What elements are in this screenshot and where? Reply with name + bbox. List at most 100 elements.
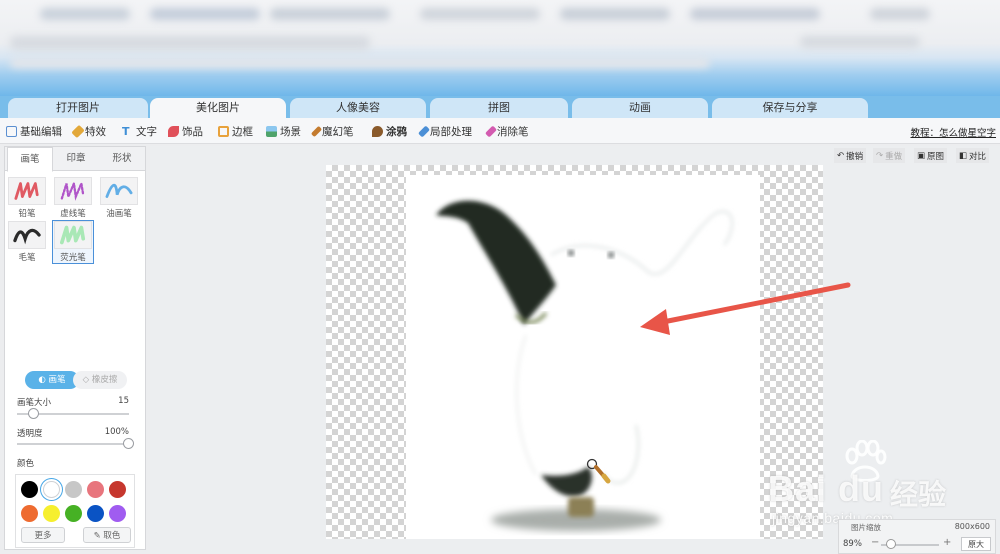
tab-collage[interactable]: 拼图 bbox=[430, 98, 568, 118]
basic-edit-icon bbox=[6, 125, 17, 137]
opacity-handle[interactable] bbox=[123, 438, 134, 449]
ink-stroke-icon bbox=[8, 221, 46, 249]
local-process-icon bbox=[417, 124, 431, 138]
tool-basic-edit[interactable]: 基础编辑 bbox=[6, 123, 62, 139]
mode-eraser-button[interactable]: ◇ 橡皮擦 bbox=[73, 371, 127, 389]
panel-tab-brush[interactable]: 画笔 bbox=[7, 147, 53, 172]
redo-button[interactable]: ↷ 重做 bbox=[873, 148, 906, 163]
tool-label: 文字 bbox=[136, 125, 157, 138]
tool-text[interactable]: T 文字 bbox=[122, 123, 157, 139]
color-swatch[interactable] bbox=[21, 505, 38, 522]
tab-beautify-image[interactable]: 美化图片 bbox=[150, 98, 286, 118]
color-swatch[interactable] bbox=[43, 505, 60, 522]
panel-tab-shape[interactable]: 形状 bbox=[99, 147, 145, 171]
tool-scene[interactable]: 场景 bbox=[266, 123, 301, 139]
scene-icon bbox=[266, 125, 277, 137]
color-swatch[interactable] bbox=[43, 481, 60, 498]
tool-label: 魔幻笔 bbox=[322, 125, 354, 138]
redo-icon: ↷ bbox=[876, 150, 884, 161]
brush-pencil[interactable]: 铅笔 bbox=[7, 177, 47, 219]
tool-label: 场景 bbox=[280, 125, 301, 138]
pick-color-label: 取色 bbox=[103, 531, 121, 541]
pencil-stroke-icon bbox=[8, 177, 46, 205]
actual-size-button[interactable]: 原大 bbox=[961, 537, 991, 551]
tool-effects[interactable]: 特效 bbox=[71, 123, 106, 139]
color-swatch[interactable] bbox=[87, 481, 104, 498]
mode-eraser-label: 橡皮擦 bbox=[91, 375, 118, 385]
eraser-pen-icon bbox=[484, 124, 498, 138]
opacity-value: 100% bbox=[104, 427, 129, 437]
image-size: 800x600 bbox=[954, 522, 990, 531]
color-swatch[interactable] bbox=[87, 505, 104, 522]
tool-label: 特效 bbox=[85, 125, 106, 138]
brush-size-label: 画笔大小 bbox=[17, 398, 52, 408]
tool-label: 消除笔 bbox=[497, 125, 529, 138]
bow-icon bbox=[168, 125, 179, 137]
eyedropper-icon: ✎ bbox=[93, 531, 104, 541]
tool-label: 局部处理 bbox=[430, 125, 472, 138]
doodle-panel: 画笔 印章 形状 铅笔 虚线笔 油画笔 毛笔 荧光笔 ◐ 画笔 ◇ 橡皮擦 画笔… bbox=[4, 146, 146, 550]
compare-icon: ◧ bbox=[959, 150, 968, 161]
undo-label: 撤销 bbox=[846, 151, 864, 162]
brush-oil[interactable]: 油画笔 bbox=[99, 177, 139, 219]
doodle-brush-icon bbox=[372, 125, 383, 137]
browser-chrome bbox=[0, 0, 1000, 96]
brush-eraser-toggle: ◐ 画笔 ◇ 橡皮擦 bbox=[25, 371, 127, 389]
zoom-percent: 89% bbox=[843, 539, 862, 549]
tool-label: 边框 bbox=[232, 125, 253, 138]
tool-label: 涂鸦 bbox=[386, 125, 407, 138]
zoom-title: 图片缩放 bbox=[851, 523, 881, 532]
pick-color-button[interactable]: ✎ 取色 bbox=[83, 527, 131, 543]
color-swatch[interactable] bbox=[65, 481, 82, 498]
tab-portrait[interactable]: 人像美容 bbox=[290, 98, 426, 118]
color-swatch[interactable] bbox=[21, 481, 38, 498]
effects-wand-icon bbox=[71, 124, 85, 138]
opacity-label: 透明度 bbox=[17, 429, 43, 439]
brush-label: 毛笔 bbox=[18, 253, 36, 263]
original-label: 原图 bbox=[927, 151, 945, 162]
eraser-mode-icon: ◇ bbox=[82, 375, 92, 385]
tutorial-link[interactable]: 教程：怎么做星空字 bbox=[910, 125, 996, 139]
zoom-out-icon[interactable]: − bbox=[871, 537, 879, 548]
tool-magic-pen[interactable]: 魔幻笔 bbox=[310, 123, 354, 139]
color-label: 颜色 bbox=[17, 459, 35, 469]
tab-save-share[interactable]: 保存与分享 bbox=[712, 98, 868, 118]
tab-open-image[interactable]: 打开图片 bbox=[8, 98, 148, 118]
original-button[interactable]: ▣ 原图 bbox=[914, 148, 948, 163]
brush-size-handle[interactable] bbox=[28, 408, 39, 419]
tool-frame[interactable]: 边框 bbox=[218, 123, 253, 139]
color-swatch[interactable] bbox=[109, 481, 126, 498]
annotation-arrow-icon bbox=[640, 282, 851, 335]
dashed-stroke-icon bbox=[54, 177, 92, 205]
more-colors-button[interactable]: 更多 bbox=[21, 527, 65, 543]
brush-ink[interactable]: 毛笔 bbox=[7, 221, 47, 263]
brush-dashed[interactable]: 虚线笔 bbox=[53, 177, 93, 219]
compare-label: 对比 bbox=[969, 151, 987, 162]
zoom-handle[interactable] bbox=[885, 539, 896, 549]
undo-icon: ↶ bbox=[837, 150, 845, 161]
undo-button[interactable]: ↶ 撤销 bbox=[834, 148, 867, 163]
tool-accessories[interactable]: 饰品 bbox=[168, 123, 203, 139]
mode-brush-button[interactable]: ◐ 画笔 bbox=[25, 371, 79, 389]
frame-icon bbox=[218, 125, 229, 137]
compare-button[interactable]: ◧ 对比 bbox=[956, 148, 990, 163]
tool-local-process[interactable]: 局部处理 bbox=[417, 123, 472, 139]
tab-animation[interactable]: 动画 bbox=[572, 98, 708, 118]
edited-photo-image bbox=[436, 200, 734, 531]
panel-tabs: 画笔 印章 形状 bbox=[5, 147, 145, 172]
oil-stroke-icon bbox=[100, 177, 138, 205]
opacity-track[interactable] bbox=[17, 443, 129, 445]
highlighter-stroke-icon bbox=[54, 221, 92, 249]
tool-label: 饰品 bbox=[182, 125, 203, 138]
tool-doodle[interactable]: 涂鸦 bbox=[372, 123, 407, 139]
brush-highlighter[interactable]: 荧光笔 bbox=[52, 220, 94, 264]
brush-label: 油画笔 bbox=[106, 209, 132, 219]
zoom-in-icon[interactable]: + bbox=[943, 537, 951, 548]
panel-tab-stamp[interactable]: 印章 bbox=[53, 147, 99, 171]
color-swatch[interactable] bbox=[65, 505, 82, 522]
main-tab-bar: 打开图片 美化图片 人像美容 拼图 动画 保存与分享 bbox=[0, 96, 1000, 118]
color-swatch[interactable] bbox=[109, 505, 126, 522]
brush-label: 虚线笔 bbox=[60, 209, 86, 219]
photo-canvas[interactable] bbox=[406, 175, 760, 539]
tool-eraser-pen[interactable]: 消除笔 bbox=[484, 123, 529, 139]
